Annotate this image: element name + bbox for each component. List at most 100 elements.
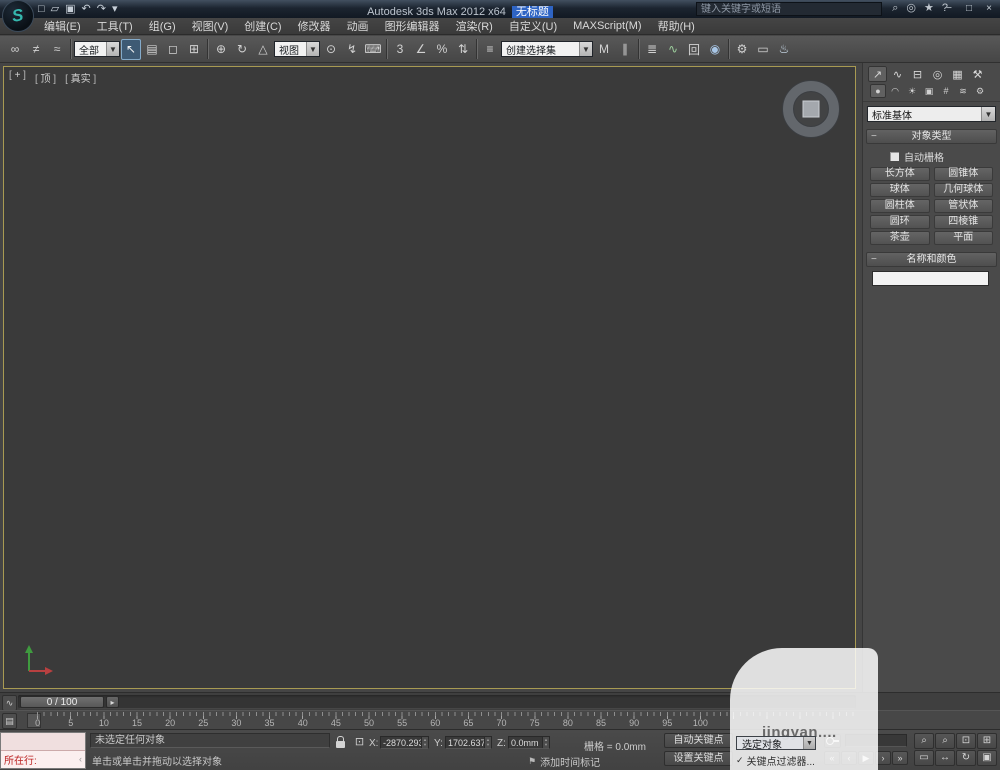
object-type-button[interactable]: 几何球体 xyxy=(934,183,994,197)
go-to-end-button[interactable]: » xyxy=(892,751,908,765)
tab-create[interactable]: ↗ xyxy=(868,66,887,82)
maximize-button[interactable]: □ xyxy=(962,3,976,15)
unlink-selection[interactable]: ≠ xyxy=(26,39,46,60)
object-type-button[interactable]: 球体 xyxy=(870,183,930,197)
object-type-button[interactable]: 圆柱体 xyxy=(870,199,930,213)
maximize-viewport-button[interactable]: ▣ xyxy=(977,750,997,766)
category-space-warps[interactable]: ≋ xyxy=(955,84,971,98)
select-and-uniform-scale[interactable]: △ xyxy=(253,39,273,60)
orbit-button[interactable]: ↻ xyxy=(956,750,976,766)
mirror[interactable]: M xyxy=(594,39,614,60)
edit-named-selection-sets[interactable]: ≡ xyxy=(480,39,500,60)
object-type-button[interactable]: 圆环 xyxy=(870,215,930,229)
select-and-manipulate[interactable]: ↯ xyxy=(342,39,362,60)
set-key-button[interactable]: 设置关键点 xyxy=(664,751,733,766)
category-cameras[interactable]: ▣ xyxy=(921,84,937,98)
y-coord-field[interactable]: 1702.637mm▲▼ xyxy=(445,736,492,749)
undo-icon[interactable]: ↶ xyxy=(82,2,91,16)
layer-manager[interactable]: ≣ xyxy=(642,39,662,60)
rectangular-selection-region[interactable]: ◻ xyxy=(163,39,183,60)
minimize-button[interactable]: − xyxy=(942,3,956,15)
redo-icon[interactable]: ↷ xyxy=(97,2,106,16)
play-button[interactable]: ▶ xyxy=(858,751,874,765)
open-mini-curve-editor-button[interactable]: ∿ xyxy=(2,695,17,711)
time-slider-handle[interactable]: 0 / 100 xyxy=(20,696,104,708)
infocenter-search-input[interactable] xyxy=(696,2,882,16)
category-geometry[interactable]: ● xyxy=(870,84,886,98)
close-button[interactable]: × xyxy=(982,3,996,15)
spinner-snap-toggle[interactable]: ⇅ xyxy=(453,39,473,60)
menu-item[interactable]: 组(G) xyxy=(141,18,184,34)
named-selection-sets-dropdown[interactable]: 创建选择集▼ xyxy=(501,41,593,57)
add-time-tag[interactable]: ⚑ 添加时间标记 xyxy=(528,754,600,769)
object-type-button[interactable]: 圆锥体 xyxy=(934,167,994,181)
object-name-field[interactable] xyxy=(872,271,989,286)
render-production[interactable]: ♨ xyxy=(774,39,794,60)
menu-item[interactable]: MAXScript(M) xyxy=(565,18,649,34)
zoom-extents-all-button[interactable]: ⊞ xyxy=(977,733,997,749)
infocenter-search-icon[interactable]: ⌕ xyxy=(892,2,898,15)
select-and-rotate[interactable]: ↻ xyxy=(232,39,252,60)
menu-item[interactable]: 动画 xyxy=(339,18,377,34)
favorites-star-icon[interactable]: ★ xyxy=(924,2,934,15)
tab-hierarchy[interactable]: ⊟ xyxy=(908,66,927,82)
maxscript-mini-listener[interactable]: 所在行: ‹ xyxy=(0,732,86,769)
menu-item[interactable]: 编辑(E) xyxy=(36,18,89,34)
zoom-extents-button[interactable]: ⊡ xyxy=(956,733,976,749)
rendered-frame-window[interactable]: ▭ xyxy=(753,39,773,60)
menu-item[interactable]: 渲染(R) xyxy=(448,18,501,34)
name-color-rollout-header[interactable]: − 名称和颜色 xyxy=(866,252,997,267)
object-type-button[interactable]: 四棱锥 xyxy=(934,215,994,229)
object-type-button[interactable]: 茶壶 xyxy=(870,231,930,245)
snap-toggle-3d[interactable]: 3 xyxy=(390,39,410,60)
listener-line[interactable]: 所在行: ‹ xyxy=(1,751,85,769)
tab-display[interactable]: ▦ xyxy=(948,66,967,82)
category-shapes[interactable]: ◠ xyxy=(887,84,903,98)
open-mini-listener-button[interactable]: ▤ xyxy=(2,713,17,729)
viewport-hud-label[interactable]: 顶 xyxy=(35,70,56,85)
object-type-button[interactable]: 平面 xyxy=(934,231,994,245)
spinner-icon[interactable]: ▲▼ xyxy=(542,737,549,748)
autogrid-checkbox[interactable] xyxy=(889,151,900,162)
angle-snap-toggle[interactable]: ∠ xyxy=(411,39,431,60)
auto-key-button[interactable]: 自动关键点 xyxy=(664,733,733,748)
keyboard-shortcut-override-toggle[interactable]: ⌨ xyxy=(363,39,383,60)
save-file-icon[interactable]: ▣ xyxy=(65,2,75,16)
align[interactable]: ∥ xyxy=(615,39,635,60)
absolute-mode-toggle[interactable]: ⊡ xyxy=(352,735,367,750)
time-slider-step-button[interactable]: ▸ xyxy=(106,696,119,708)
pan-button[interactable]: ↔ xyxy=(935,750,955,766)
z-coord-field[interactable]: 0.0mm▲▼ xyxy=(508,736,550,749)
zoom-button[interactable]: ⌕ xyxy=(914,733,934,749)
render-setup[interactable]: ⚙ xyxy=(732,39,752,60)
viewcube[interactable] xyxy=(783,81,839,137)
spinner-icon[interactable]: ▲▼ xyxy=(484,737,491,748)
key-selection-dropdown[interactable]: 选定对象 ▼ xyxy=(736,736,816,750)
select-and-move[interactable]: ⊕ xyxy=(211,39,231,60)
curve-editor[interactable]: ∿ xyxy=(663,39,683,60)
object-type-rollout-header[interactable]: − 对象类型 xyxy=(866,129,997,144)
percent-snap-toggle[interactable]: % xyxy=(432,39,452,60)
menu-item[interactable]: 帮助(H) xyxy=(650,18,703,34)
go-to-start-button[interactable]: « xyxy=(824,751,840,765)
bind-to-space-warp[interactable]: ≈ xyxy=(47,39,67,60)
spinner-icon[interactable]: ▲▼ xyxy=(421,737,428,748)
category-lights[interactable]: ☀ xyxy=(904,84,920,98)
select-by-name[interactable]: ▤ xyxy=(142,39,162,60)
qat-dropdown-icon[interactable]: ▾ xyxy=(112,2,118,16)
selection-filter-dropdown[interactable]: 全部▼ xyxy=(74,41,120,57)
viewport-hud-label[interactable]: + xyxy=(9,70,26,85)
category-helpers[interactable]: # xyxy=(938,84,954,98)
tab-modify[interactable]: ∿ xyxy=(888,66,907,82)
zoom-all-button[interactable]: ⌕ xyxy=(935,733,955,749)
category-systems[interactable]: ⚙ xyxy=(972,84,988,98)
object-type-button[interactable]: 长方体 xyxy=(870,167,930,181)
subcategory-dropdown[interactable]: 标准基体 ▼ xyxy=(867,106,996,122)
viewcube-face[interactable] xyxy=(803,101,820,118)
menu-item[interactable]: 图形编辑器 xyxy=(377,18,448,34)
communication-center-icon[interactable]: ◎ xyxy=(906,2,916,15)
reference-coordinate-system-dropdown[interactable]: 视图▼ xyxy=(274,41,320,57)
menu-item[interactable]: 工具(T) xyxy=(89,18,141,34)
x-coord-field[interactable]: -2870.293mm▲▼ xyxy=(380,736,429,749)
key-filters-button[interactable]: ✓ 关键点过滤器... xyxy=(736,753,815,767)
